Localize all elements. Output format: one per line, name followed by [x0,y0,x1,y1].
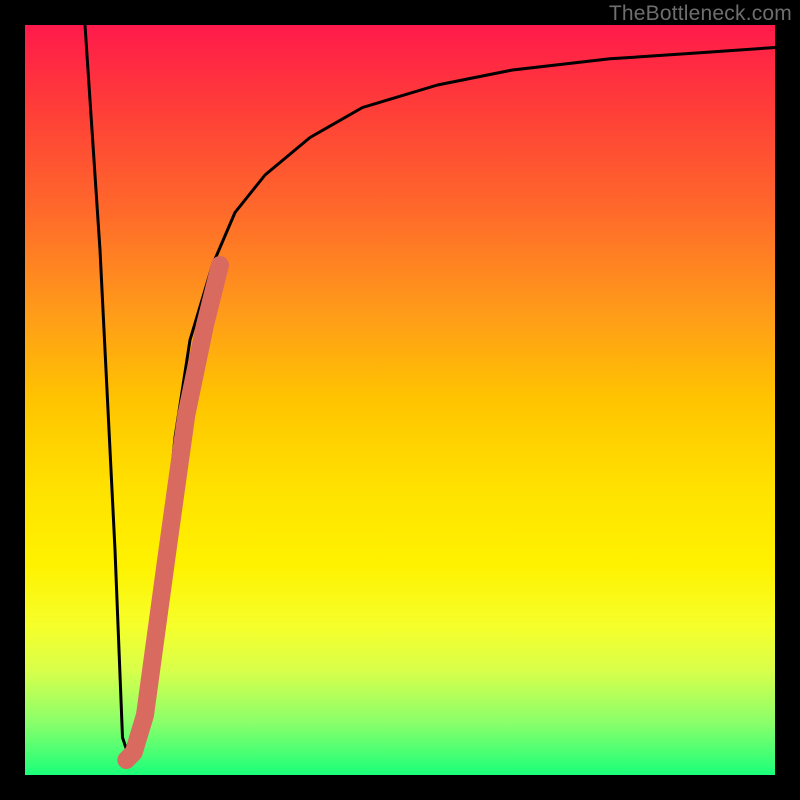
highlight-segment-path [126,265,220,760]
curve-layer [25,25,775,775]
watermark-text: TheBottleneck.com [609,2,792,26]
plot-area [25,25,775,775]
chart-frame: TheBottleneck.com [0,0,800,800]
